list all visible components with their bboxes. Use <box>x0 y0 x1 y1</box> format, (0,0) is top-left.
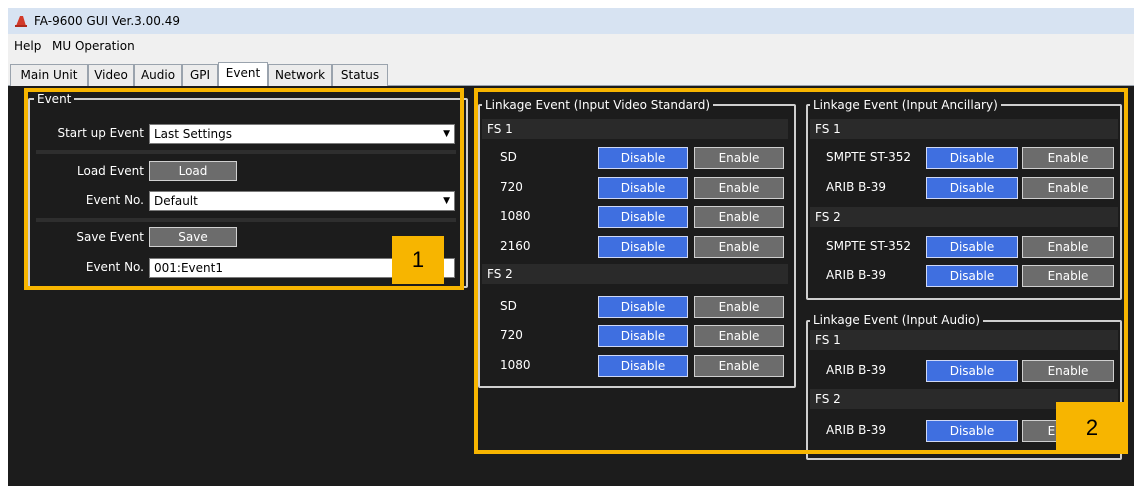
menu-bar <box>8 34 1134 58</box>
callout-badge-2: 2 <box>1056 402 1128 454</box>
tab-network[interactable]: Network <box>268 64 332 86</box>
callout-badge-1: 1 <box>392 236 444 284</box>
menu-help[interactable]: Help <box>14 38 41 54</box>
tab-gpi[interactable]: GPI <box>182 64 218 86</box>
tab-status[interactable]: Status <box>332 64 388 86</box>
window-title: FA-9600 GUI Ver.3.00.49 <box>34 14 180 28</box>
tab-event[interactable]: Event <box>218 62 268 87</box>
app-icon <box>15 16 27 27</box>
tab-main-unit[interactable]: Main Unit <box>10 64 88 86</box>
tab-video[interactable]: Video <box>88 64 134 86</box>
menu-mu-operation[interactable]: MU Operation <box>52 38 135 54</box>
callout-box-2 <box>474 88 1128 454</box>
tab-audio[interactable]: Audio <box>134 64 182 86</box>
